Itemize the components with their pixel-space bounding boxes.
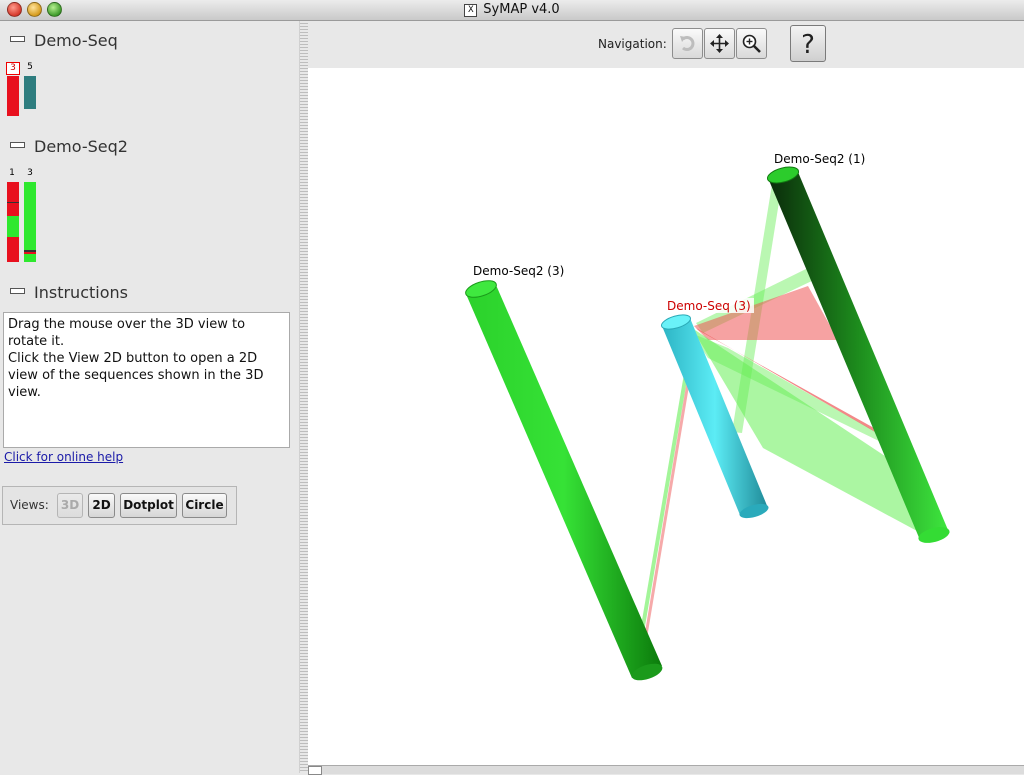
- chromosome-label: Demo-Seq2 (3): [473, 264, 564, 278]
- 3d-scene[interactable]: Demo-Seq2 (3) Demo-Seq2 (1) Demo-Seq (3): [308, 68, 1024, 767]
- chromosome-bar[interactable]: [24, 182, 36, 262]
- zoom-icon: [742, 34, 761, 53]
- zoom-button[interactable]: [736, 28, 767, 59]
- instructions-text: Drag the mouse over the 3D view to rotat…: [3, 312, 290, 448]
- chromosome-bar[interactable]: [24, 76, 36, 109]
- section-demo-seq2[interactable]: Demo-Seq2: [10, 137, 128, 156]
- collapse-icon[interactable]: [10, 36, 25, 42]
- chromosome-number[interactable]: 5: [24, 62, 36, 72]
- circle-button[interactable]: Circle: [182, 493, 227, 518]
- navigation-toolbar: Navigation: ?: [308, 21, 1024, 68]
- x11-app-icon: X: [464, 4, 478, 17]
- chromosome-label: Demo-Seq2 (1): [774, 152, 865, 166]
- dotplot-button[interactable]: Dotplot: [120, 493, 177, 518]
- section-label: Instructions: [34, 283, 128, 302]
- navigation-label: Navigation:: [598, 37, 667, 51]
- rotate-icon: [680, 36, 695, 51]
- collapse-icon[interactable]: [10, 288, 25, 294]
- 3d-view-canvas[interactable]: Demo-Seq2 (3) Demo-Seq2 (1) Demo-Seq (3): [308, 68, 1024, 767]
- split-pane-divider[interactable]: [299, 21, 308, 773]
- help-glyph: ?: [801, 30, 815, 60]
- views-label: Views:: [10, 498, 49, 512]
- collapse-icon[interactable]: [10, 142, 25, 148]
- window-title: SyMAP v4.0: [483, 2, 560, 17]
- scrollbar-thumb[interactable]: [308, 766, 322, 775]
- chromosome-number[interactable]: 1: [6, 168, 18, 178]
- chromosome-bar[interactable]: [7, 76, 19, 116]
- chromosome-cylinder-seq2-3[interactable]: [464, 277, 665, 683]
- synteny-ribbon: [639, 368, 689, 638]
- section-label: Demo-Seq2: [34, 137, 128, 156]
- rotate-button[interactable]: [672, 28, 703, 59]
- window-titlebar: X SyMAP v4.0: [0, 0, 1024, 21]
- pan-icon: [710, 34, 729, 53]
- views-panel: Views: 3D 2D Dotplot Circle: [2, 486, 237, 525]
- view-3d-button[interactable]: 3D: [57, 493, 83, 518]
- synteny-ribbon: [644, 368, 692, 638]
- chromosome-label: Demo-Seq (3): [667, 299, 751, 313]
- chromosome-number[interactable]: 3: [24, 168, 36, 178]
- help-button[interactable]: ?: [790, 25, 826, 62]
- online-help-link[interactable]: Click for online help: [4, 450, 123, 464]
- view-2d-button[interactable]: 2D: [88, 493, 115, 518]
- section-label: Demo-Seq: [34, 31, 118, 50]
- section-demo-seq[interactable]: Demo-Seq: [10, 31, 118, 50]
- pan-button[interactable]: [704, 28, 735, 59]
- chromosome-number[interactable]: 3: [6, 62, 20, 75]
- chromosome-bar[interactable]: [7, 182, 19, 262]
- sidebar: Demo-Seq 3 5 Demo-Seq2 1 3 Instructions …: [0, 21, 299, 773]
- help-icon: ?: [801, 30, 815, 60]
- section-instructions[interactable]: Instructions: [10, 283, 128, 302]
